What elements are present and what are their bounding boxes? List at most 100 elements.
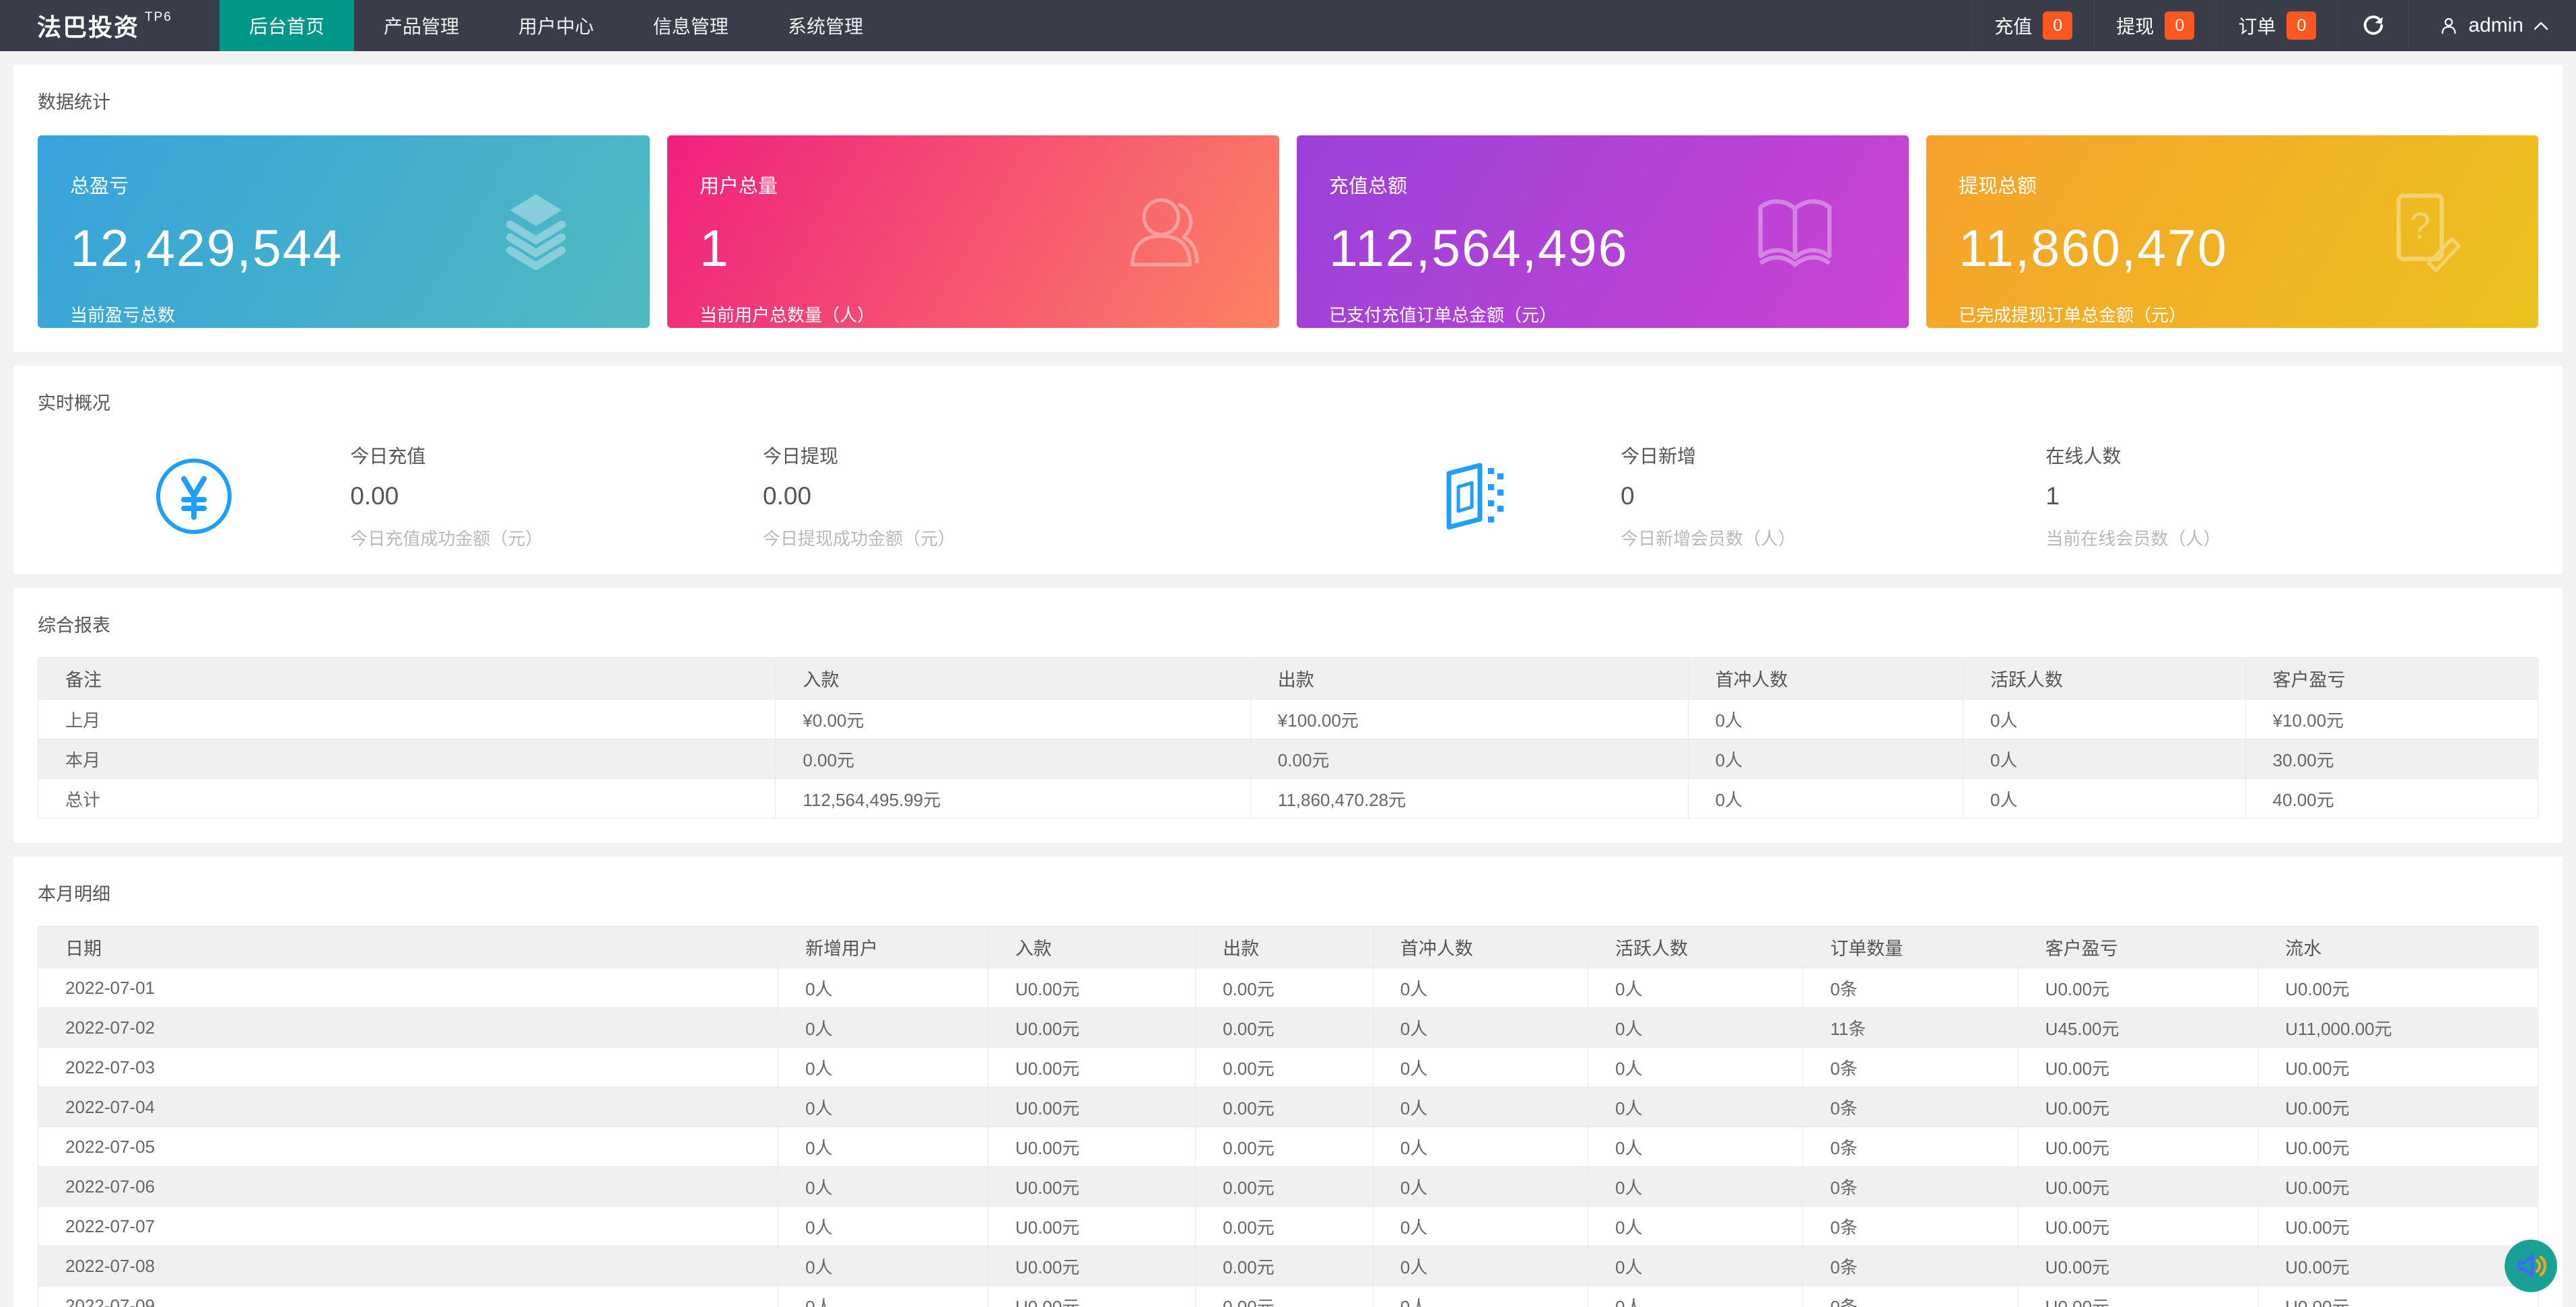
nav-withdraw-button[interactable]: 提现 0 bbox=[2094, 0, 2216, 51]
table-cell: 0条 bbox=[1803, 1286, 2018, 1307]
table-header-row: 备注入款出款首冲人数活跃人数客户盈亏 bbox=[38, 658, 2538, 700]
stat-card-total-withdraw: 提现总额 11,860,470 已完成提现订单总金额（元） ? bbox=[1926, 135, 2538, 328]
table-cell: U11,000.00元 bbox=[2258, 1008, 2538, 1048]
table-cell: 0人 bbox=[1373, 1167, 1588, 1207]
refresh-button[interactable] bbox=[2338, 0, 2408, 51]
column-header: 首冲人数 bbox=[1688, 658, 1963, 700]
table-cell: 2022-07-02 bbox=[38, 1008, 778, 1048]
table-row: 2022-07-030人U0.00元0.00元0人0人0条U0.00元U0.00… bbox=[38, 1048, 2538, 1087]
quick-label: 订单 bbox=[2238, 12, 2276, 39]
username: admin bbox=[2468, 14, 2523, 37]
table-row: 2022-07-020人U0.00元0.00元0人0人11条U45.00元U11… bbox=[38, 1008, 2538, 1048]
nav-orders-button[interactable]: 订单 0 bbox=[2216, 0, 2338, 51]
table-cell: U0.00元 bbox=[2018, 1127, 2258, 1167]
nav-item-info[interactable]: 信息管理 bbox=[623, 0, 758, 51]
table-row: 2022-07-070人U0.00元0.00元0人0人0条U0.00元U0.00… bbox=[38, 1207, 2538, 1246]
brand-name: 法巴投资 bbox=[37, 8, 139, 43]
card-caption: 当前盈亏总数 bbox=[70, 302, 617, 327]
table-row: 2022-07-050人U0.00元0.00元0人0人0条U0.00元U0.00… bbox=[38, 1127, 2538, 1167]
table-cell: U0.00元 bbox=[988, 1286, 1195, 1307]
column-header: 客户盈亏 bbox=[2018, 927, 2258, 968]
table-cell: 0人 bbox=[778, 1207, 988, 1246]
table-cell: 0.00元 bbox=[1196, 1286, 1374, 1307]
table-cell: 0人 bbox=[1373, 968, 1588, 1008]
table-cell: 0人 bbox=[1588, 1048, 1803, 1087]
stat-value: 0 bbox=[1621, 482, 2045, 510]
stat-label: 在线人数 bbox=[2045, 442, 2538, 469]
file-question-icon: ? bbox=[2381, 189, 2468, 275]
top-navbar: 法巴投资 TP6 后台首页 产品管理 用户中心 信息管理 系统管理 充值 0 提… bbox=[0, 0, 2576, 51]
table-cell: 0人 bbox=[1373, 1127, 1588, 1167]
nav-recharge-button[interactable]: 充值 0 bbox=[1972, 0, 2094, 51]
summary-report-panel: 综合报表 备注入款出款首冲人数活跃人数客户盈亏上月¥0.00元¥100.00元0… bbox=[13, 588, 2563, 843]
stat-caption: 今日提现成功金额（元） bbox=[763, 525, 1320, 550]
nav-item-home[interactable]: 后台首页 bbox=[219, 0, 354, 51]
refresh-icon bbox=[2361, 13, 2385, 38]
table-cell: 0人 bbox=[1373, 1286, 1588, 1307]
table-cell: 0人 bbox=[1588, 1207, 1803, 1246]
table-cell: 0.00元 bbox=[1196, 1207, 1374, 1246]
column-header: 出款 bbox=[1250, 658, 1688, 700]
table-cell: 0人 bbox=[778, 968, 988, 1008]
table-cell: U0.00元 bbox=[2258, 1246, 2538, 1286]
nav-item-system[interactable]: 系统管理 bbox=[758, 0, 893, 51]
table-cell: 0条 bbox=[1803, 1127, 2018, 1167]
table-cell: U0.00元 bbox=[2018, 1048, 2258, 1087]
table-cell: 0人 bbox=[778, 1087, 988, 1127]
nav-item-products[interactable]: 产品管理 bbox=[354, 0, 489, 51]
user-icon bbox=[1122, 189, 1209, 275]
month-detail-panel: 本月明细 日期新增用户入款出款首冲人数活跃人数订单数量客户盈亏流水2022-07… bbox=[13, 857, 2563, 1307]
table-cell: 0.00元 bbox=[1196, 968, 1374, 1008]
table-cell: U0.00元 bbox=[2258, 1167, 2538, 1207]
table-cell: 2022-07-03 bbox=[38, 1048, 778, 1087]
column-header: 入款 bbox=[776, 658, 1250, 700]
table-cell: ¥0.00元 bbox=[776, 700, 1250, 739]
table-cell: 0.00元 bbox=[1196, 1048, 1374, 1087]
column-header: 活跃人数 bbox=[1588, 927, 1803, 968]
yen-circle-icon bbox=[38, 457, 350, 536]
table-cell: 2022-07-09 bbox=[38, 1286, 778, 1307]
table-cell: 0人 bbox=[778, 1167, 988, 1207]
brand-logo[interactable]: 法巴投资 TP6 bbox=[0, 0, 219, 51]
table-cell: 0人 bbox=[1373, 1087, 1588, 1127]
table-cell: 上月 bbox=[38, 700, 776, 739]
table-cell: U0.00元 bbox=[2258, 1127, 2538, 1167]
table-cell: ¥10.00元 bbox=[2245, 700, 2538, 739]
table-cell: U45.00元 bbox=[2018, 1008, 2258, 1048]
table-row: 总计112,564,495.99元11,860,470.28元0人0人40.00… bbox=[38, 779, 2538, 819]
table-cell: 11,860,470.28元 bbox=[1250, 779, 1688, 819]
panel-title: 综合报表 bbox=[38, 611, 2538, 637]
stats-panel: 数据统计 总盈亏 12,429,544 当前盈亏总数 用户总量 1 当前用户总数… bbox=[13, 65, 2563, 352]
speaker-icon bbox=[2515, 1250, 2546, 1281]
table-row: 2022-07-060人U0.00元0.00元0人0人0条U0.00元U0.00… bbox=[38, 1167, 2538, 1207]
table-cell: 0人 bbox=[778, 1048, 988, 1087]
quick-label: 充值 bbox=[1994, 12, 2032, 39]
table-cell: 0人 bbox=[778, 1246, 988, 1286]
stat-value: 1 bbox=[2045, 482, 2538, 510]
table-cell: U0.00元 bbox=[988, 1127, 1195, 1167]
table-cell: 总计 bbox=[38, 779, 776, 819]
table-cell: U0.00元 bbox=[988, 968, 1195, 1008]
table-row: 2022-07-090人U0.00元0.00元0人0人0条U0.00元U0.00… bbox=[38, 1286, 2538, 1307]
announcement-fab-button[interactable] bbox=[2505, 1240, 2557, 1292]
nav-item-users[interactable]: 用户中心 bbox=[489, 0, 623, 51]
recharge-count-badge: 0 bbox=[2043, 11, 2072, 40]
table-cell: 2022-07-06 bbox=[38, 1167, 778, 1207]
book-icon bbox=[1752, 189, 1838, 275]
table-cell: 0.00元 bbox=[1196, 1246, 1374, 1286]
table-cell: 0人 bbox=[1688, 779, 1963, 819]
table-cell: U0.00元 bbox=[2018, 1246, 2258, 1286]
table-cell: U0.00元 bbox=[988, 1246, 1195, 1286]
stat-today-recharge: 今日充值 0.00 今日充值成功金额（元） bbox=[350, 442, 763, 550]
table-cell: U0.00元 bbox=[988, 1087, 1195, 1127]
table-cell: 0人 bbox=[1373, 1048, 1588, 1087]
column-header: 客户盈亏 bbox=[2245, 658, 2538, 700]
user-menu[interactable]: admin bbox=[2408, 0, 2556, 51]
table-cell: 0条 bbox=[1803, 1087, 2018, 1127]
table-cell: 0人 bbox=[1588, 1246, 1803, 1286]
table-cell: 11条 bbox=[1803, 1008, 2018, 1048]
stat-online-members: 在线人数 1 当前在线会员数（人） bbox=[2045, 442, 2538, 550]
table-cell: U0.00元 bbox=[2258, 1087, 2538, 1127]
quick-label: 提现 bbox=[2116, 12, 2154, 39]
table-cell: 0条 bbox=[1803, 1048, 2018, 1087]
